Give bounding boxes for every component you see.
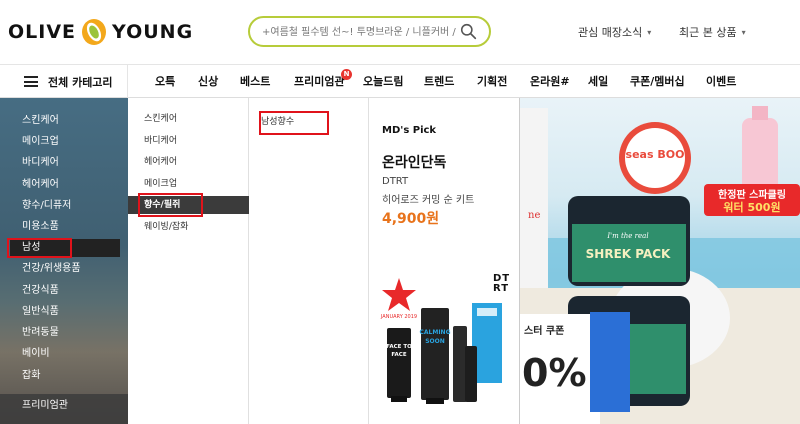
nav-item-otuk[interactable]: 오특 bbox=[155, 65, 175, 98]
nav-item-coupon-membership[interactable]: 쿠폰/멤버십 bbox=[630, 65, 685, 98]
category-item-haircare[interactable]: 헤어케어 bbox=[10, 176, 120, 194]
new-badge: N bbox=[341, 69, 352, 80]
menu-icon bbox=[24, 76, 38, 87]
category-item-skincare[interactable]: 스킨케어 bbox=[10, 112, 120, 130]
logo-text-left: OLIVE bbox=[8, 21, 77, 43]
selection-highlight bbox=[259, 111, 329, 135]
md-pick-label: MD's Pick bbox=[382, 125, 437, 136]
category-level1-panel: 스킨케어 메이크업 바디케어 헤어케어 향수/디퓨저 미용소품 남성 건강/위생… bbox=[0, 98, 128, 424]
promo-badge-price: 워터 500원 bbox=[723, 200, 780, 214]
category-level3-panel: 남성향수 bbox=[249, 98, 369, 424]
subcategory-item-bodycare[interactable]: 바디케어 bbox=[128, 132, 249, 150]
nav-item-online[interactable]: 온라원# bbox=[530, 65, 570, 98]
svg-text:FACE: FACE bbox=[391, 352, 406, 358]
search-icon[interactable] bbox=[460, 23, 477, 40]
seasonal-sticker-text: seas BOO bbox=[626, 148, 685, 161]
subcategory-item-makeup[interactable]: 메이크업 bbox=[128, 175, 249, 193]
logo-text-right: YOUNG bbox=[112, 21, 194, 43]
site-header: OLIVE YOUNG 관심 매장소식 ▾ 최근 본 상품 ▾ bbox=[0, 0, 800, 64]
search-box bbox=[248, 16, 491, 47]
category-level2-panel: 스킨케어 바디케어 헤어케어 메이크업 향수/필쥐 웨이빙/잡화 bbox=[128, 98, 249, 424]
category-item-goods[interactable]: 잡화 bbox=[10, 367, 120, 385]
category-item-health-food[interactable]: 건강식품 bbox=[10, 282, 120, 300]
logo-olive-icon bbox=[82, 19, 107, 45]
jar-sub-label: I'm the real bbox=[606, 232, 648, 240]
selection-highlight bbox=[7, 238, 72, 258]
promo-banner[interactable]: ne seas BOO SHREK PACK I'm the real 스터 쿠… bbox=[520, 98, 800, 424]
svg-text:FACE TO: FACE TO bbox=[386, 344, 412, 350]
product-price: 4,900원 bbox=[382, 211, 440, 227]
nav-item-best[interactable]: 베스트 bbox=[240, 65, 270, 98]
nav-item-sale[interactable]: 세일 bbox=[588, 65, 608, 98]
category-item-health-hygiene[interactable]: 건강/위생용품 bbox=[10, 260, 120, 278]
svg-text:SOON: SOON bbox=[425, 338, 445, 345]
category-item-pet[interactable]: 반려동물 bbox=[10, 324, 120, 342]
subcategory-item-skincare[interactable]: 스킨케어 bbox=[128, 110, 249, 128]
nav-item-new[interactable]: 신상 bbox=[198, 65, 218, 98]
product-brand: DTRT bbox=[382, 176, 409, 187]
category-item-premium[interactable]: 프리미엄관 bbox=[10, 397, 120, 415]
product-title: 온라인단독 bbox=[382, 155, 447, 171]
all-categories-button[interactable]: 전체 카테고리 bbox=[0, 65, 128, 98]
store-news-label: 관심 매장소식 bbox=[578, 26, 643, 39]
nav-item-premium[interactable]: 프리미엄관 bbox=[294, 65, 345, 98]
badge-date: JANUARY 2019 bbox=[380, 314, 417, 320]
product-image: JANUARY 2019 FACE TO FACE CALMING SOON bbox=[380, 278, 502, 404]
category-item-bodycare[interactable]: 바디케어 bbox=[10, 154, 120, 172]
chevron-down-icon: ▾ bbox=[647, 28, 652, 37]
category-item-fragrance[interactable]: 향수/디퓨저 bbox=[10, 197, 120, 215]
product-description: 히어로즈 커밍 순 키트 bbox=[382, 195, 475, 206]
search-input[interactable] bbox=[262, 22, 458, 42]
recent-products-link[interactable]: 최근 본 상품 ▾ bbox=[679, 24, 746, 40]
category-item-makeup[interactable]: 메이크업 bbox=[10, 133, 120, 151]
jar-label: SHREK PACK bbox=[586, 247, 671, 261]
category-item-beauty-tools[interactable]: 미용소품 bbox=[10, 218, 120, 236]
category-item-general-food[interactable]: 일반식품 bbox=[10, 303, 120, 321]
store-news-link[interactable]: 관심 매장소식 ▾ bbox=[578, 24, 651, 40]
coupon-percent: 0% bbox=[522, 351, 587, 395]
md-pick-panel[interactable]: MD's Pick 온라인단독 DTRT 히어로즈 커밍 순 키트 4,900원… bbox=[369, 98, 520, 424]
nav-item-event[interactable]: 이벤트 bbox=[706, 65, 736, 98]
subcategory-item-shaving[interactable]: 웨이빙/잡화 bbox=[128, 218, 249, 236]
svg-text:CALMING: CALMING bbox=[419, 329, 450, 336]
global-nav: 전체 카테고리 오특 신상 베스트 프리미엄관 N 오늘드림 트렌드 기획전 온… bbox=[0, 64, 800, 98]
category-item-baby[interactable]: 베이비 bbox=[10, 345, 120, 363]
promo-badge-title: 한정판 스파클링 bbox=[718, 188, 786, 201]
olive-young-logo[interactable]: OLIVE YOUNG bbox=[8, 18, 193, 46]
all-categories-label: 전체 카테고리 bbox=[48, 75, 113, 89]
selection-highlight bbox=[138, 193, 203, 217]
banner-artwork: ne seas BOO SHREK PACK I'm the real 스터 쿠… bbox=[520, 106, 800, 424]
chevron-down-icon: ▾ bbox=[741, 28, 746, 37]
nav-item-trend[interactable]: 트렌드 bbox=[424, 65, 454, 98]
bottle-text: ne bbox=[528, 210, 540, 221]
coupon-text: 스터 쿠폰 bbox=[524, 324, 564, 337]
recent-products-label: 최근 본 상품 bbox=[679, 26, 737, 39]
nav-item-today-delivery[interactable]: 오늘드림 bbox=[363, 65, 403, 98]
subcategory-item-haircare[interactable]: 헤어케어 bbox=[128, 153, 249, 171]
nav-item-exhibition[interactable]: 기획전 bbox=[477, 65, 507, 98]
